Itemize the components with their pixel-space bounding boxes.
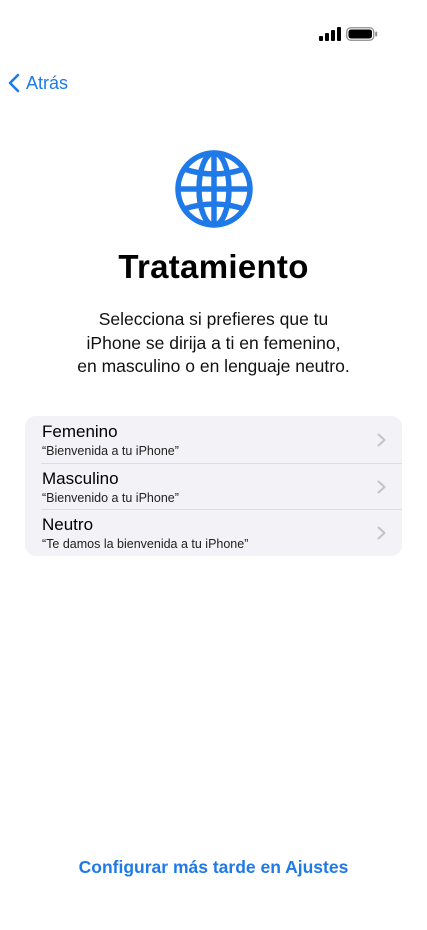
option-subtitle: “Bienvenido a tu iPhone” <box>42 490 179 505</box>
configure-later-button[interactable]: Configurar más tarde en Ajustes <box>0 857 427 878</box>
option-title: Masculino <box>42 468 119 488</box>
back-button[interactable]: Atrás <box>8 70 68 96</box>
globe-icon <box>175 150 253 228</box>
chevron-left-icon <box>8 73 20 93</box>
description-line: Selecciona si prefieres que tu <box>98 309 329 329</box>
chevron-right-icon <box>377 526 386 540</box>
option-masculino[interactable]: Masculino “Bienvenido a tu iPhone” <box>25 462 402 510</box>
option-title: Neutro <box>42 515 94 535</box>
option-neutro[interactable]: Neutro “Te damos la bienvenida a tu iPho… <box>25 509 402 556</box>
chevron-right-icon <box>377 480 386 494</box>
description-line: en masculino o en lenguaje neutro. <box>77 356 350 376</box>
description-line: iPhone se dirija a ti en femenino, <box>86 332 341 353</box>
cellular-signal-icon <box>319 27 341 41</box>
address-options-list: Femenino “Bienvenida a tu iPhone” Mascul… <box>25 416 402 556</box>
battery-icon <box>346 27 378 41</box>
option-femenino[interactable]: Femenino “Bienvenida a tu iPhone” <box>25 416 402 463</box>
option-subtitle: “Bienvenida a tu iPhone” <box>42 444 179 458</box>
chevron-right-icon <box>377 433 386 447</box>
back-label: Atrás <box>26 72 69 93</box>
page-description: Selecciona si prefieres que tu iPhone se… <box>40 308 387 379</box>
option-title: Femenino <box>42 422 118 441</box>
status-bar <box>0 0 427 60</box>
page-title: Tratamiento <box>118 248 309 285</box>
option-subtitle: “Te damos la bienvenida a tu iPhone” <box>42 537 249 552</box>
